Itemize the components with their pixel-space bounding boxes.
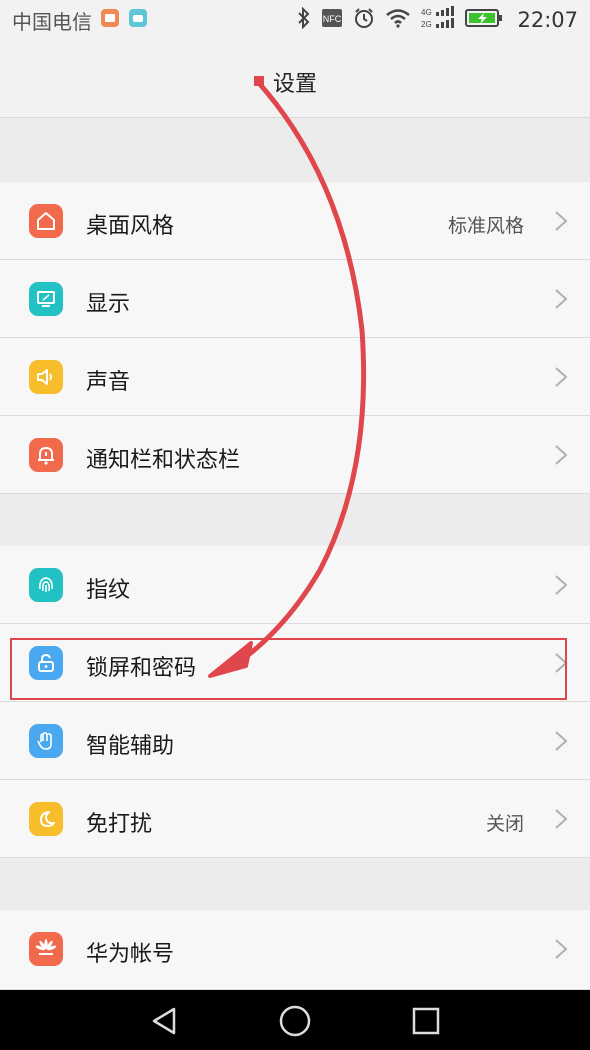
settings-item-label: 华为帐号 <box>86 942 175 967</box>
svg-text:NFC: NFC <box>323 14 342 24</box>
chevron-right-icon <box>554 210 568 232</box>
settings-item-label: 指纹 <box>86 578 131 603</box>
notification-app-icon-2 <box>128 8 148 32</box>
carrier-name: 中国电信 <box>12 9 92 34</box>
highlight-box <box>10 638 567 700</box>
group-divider <box>0 118 590 182</box>
fingerprint-icon <box>29 568 63 602</box>
svg-text:2G: 2G <box>421 20 432 29</box>
settings-item-display[interactable]: 显示 <box>0 260 590 338</box>
huawei-icon <box>29 932 63 966</box>
chevron-right-icon <box>554 366 568 388</box>
svg-text:4G: 4G <box>421 8 432 17</box>
group-divider <box>0 494 590 546</box>
title-bar: 设置 <box>0 40 590 118</box>
sound-icon <box>29 360 63 394</box>
settings-item-smart-assist[interactable]: 智能辅助 <box>0 702 590 780</box>
settings-item-home-style[interactable]: 桌面风格 标准风格 <box>0 182 590 260</box>
nfc-icon: NFC <box>321 8 343 32</box>
status-time: 22:07 <box>517 8 578 32</box>
back-icon[interactable] <box>148 1004 182 1038</box>
settings-item-label: 桌面风格 <box>86 214 175 239</box>
settings-item-label: 声音 <box>86 370 131 395</box>
display-icon <box>29 282 63 316</box>
settings-item-huawei-account[interactable]: 华为帐号 <box>0 910 590 990</box>
settings-item-label: 智能辅助 <box>86 734 175 759</box>
wifi-icon <box>385 8 411 32</box>
settings-item-label: 显示 <box>86 292 131 317</box>
settings-item-notification-bar[interactable]: 通知栏和状态栏 <box>0 416 590 494</box>
settings-item-label: 免打扰 <box>86 812 153 837</box>
cellular-signal-icon: 4G 2G <box>421 6 455 34</box>
status-bar: 中国电信 NFC 4G 2G 22:07 <box>0 0 590 40</box>
hand-icon <box>29 724 63 758</box>
settings-item-label: 通知栏和状态栏 <box>86 448 241 473</box>
moon-icon <box>29 802 63 836</box>
alarm-icon <box>353 7 375 33</box>
chevron-right-icon <box>554 808 568 830</box>
battery-charging-icon <box>465 8 503 32</box>
home-icon <box>29 204 63 238</box>
page-title: 设置 <box>272 72 317 97</box>
settings-item-value: 关闭 <box>485 813 524 835</box>
notification-bell-icon <box>29 438 63 472</box>
recents-icon[interactable] <box>409 1004 443 1038</box>
chevron-right-icon <box>554 938 568 960</box>
chevron-right-icon <box>554 444 568 466</box>
settings-item-fingerprint[interactable]: 指纹 <box>0 546 590 624</box>
group-divider <box>0 858 590 910</box>
chevron-right-icon <box>554 730 568 752</box>
navigation-bar <box>0 990 590 1050</box>
notification-app-icon <box>100 8 120 32</box>
bluetooth-icon <box>297 6 311 33</box>
chevron-right-icon <box>554 574 568 596</box>
settings-item-value: 标准风格 <box>447 215 524 237</box>
settings-item-do-not-disturb[interactable]: 免打扰 关闭 <box>0 780 590 858</box>
chevron-right-icon <box>554 288 568 310</box>
settings-item-sound[interactable]: 声音 <box>0 338 590 416</box>
home-circle-icon[interactable] <box>278 1004 312 1038</box>
